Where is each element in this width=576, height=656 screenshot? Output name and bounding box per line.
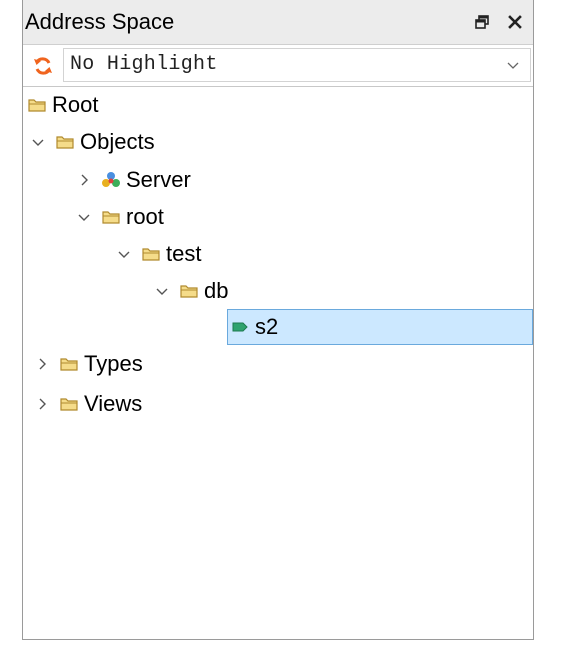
folder-icon — [55, 132, 75, 152]
chevron-down-icon[interactable] — [115, 245, 133, 263]
tree-node-label: Root — [52, 92, 99, 117]
tree-node-root[interactable]: Root — [27, 87, 98, 123]
chevron-down-icon[interactable] — [75, 208, 93, 226]
chevron-down-icon[interactable] — [153, 282, 171, 300]
folder-icon — [101, 207, 121, 227]
address-space-tree: Root Objects Server root test db s2 Type… — [23, 87, 533, 639]
tree-node-types[interactable]: Types — [33, 346, 143, 382]
tree-node-label: db — [204, 278, 229, 303]
chevron-right-icon[interactable] — [75, 171, 93, 189]
tree-node-label: s2 — [255, 314, 279, 339]
tree-node-server[interactable]: Server — [75, 162, 191, 198]
tree-node-label: Objects — [80, 129, 155, 154]
highlight-selected-value: No Highlight — [70, 53, 218, 76]
close-icon[interactable] — [502, 9, 528, 35]
tree-node-s2[interactable]: s2 — [227, 309, 533, 345]
address-space-panel: Address Space No Highlight Root Objects … — [22, 0, 534, 640]
highlight-toolbar: No Highlight — [23, 45, 533, 85]
panel-titlebar: Address Space — [23, 0, 533, 45]
folder-icon — [59, 394, 79, 414]
variable-tag-icon — [230, 317, 250, 337]
chevron-down-icon[interactable] — [29, 133, 47, 151]
tree-node-label: root — [126, 204, 164, 229]
tree-node-test[interactable]: test — [115, 236, 201, 272]
tree-node-label: Server — [126, 167, 191, 192]
chevron-down-icon — [506, 58, 520, 72]
folder-icon — [179, 281, 199, 301]
tree-node-label: Views — [84, 391, 143, 416]
highlight-dropdown[interactable]: No Highlight — [63, 48, 531, 82]
restore-window-icon[interactable] — [469, 9, 495, 35]
folder-icon — [141, 244, 161, 264]
folder-icon — [27, 95, 47, 115]
tree-node-root-folder[interactable]: root — [75, 199, 164, 235]
chevron-right-icon[interactable] — [33, 395, 51, 413]
tree-node-db[interactable]: db — [153, 273, 228, 309]
server-object-icon — [101, 170, 121, 190]
chevron-right-icon[interactable] — [33, 355, 51, 373]
refresh-icon[interactable] — [31, 54, 55, 78]
tree-node-objects[interactable]: Objects — [29, 124, 155, 160]
panel-title: Address Space — [25, 9, 175, 34]
tree-node-views[interactable]: Views — [33, 386, 142, 422]
folder-icon — [59, 354, 79, 374]
tree-node-label: Types — [84, 351, 143, 376]
tree-node-label: test — [166, 241, 202, 266]
